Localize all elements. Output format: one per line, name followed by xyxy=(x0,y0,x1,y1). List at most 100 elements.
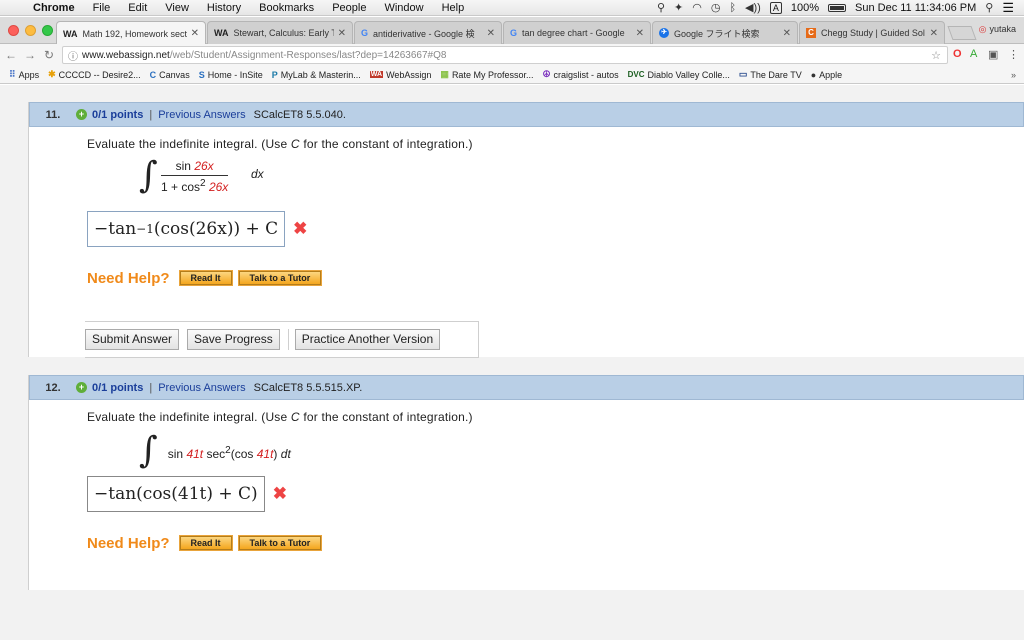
tab-stewart-calculus[interactable]: WA Stewart, Calculus: Early Tr ✕ xyxy=(207,21,353,44)
expand-plus-icon[interactable]: + xyxy=(76,109,87,120)
menu-window[interactable]: Window xyxy=(375,2,432,14)
opera-extension-icon[interactable]: O xyxy=(953,48,962,60)
bookmarks-overflow-icon[interactable]: » xyxy=(1011,70,1016,80)
address-bar[interactable]: ⓘ www.webassign.net/web/Student/Assignme… xyxy=(62,46,948,64)
question-number: 12. xyxy=(45,381,61,394)
spotlight-search-icon[interactable]: ⚲ xyxy=(985,1,993,14)
back-arrow-icon[interactable]: ← xyxy=(3,48,19,62)
menu-file[interactable]: File xyxy=(84,2,120,14)
menu-clock[interactable]: Sun Dec 11 11:34:06 PM xyxy=(855,2,976,14)
tab-label: Stewart, Calculus: Early Tr xyxy=(233,28,334,38)
tab-close-icon[interactable]: ✕ xyxy=(191,28,199,39)
tab-close-icon[interactable]: ✕ xyxy=(487,28,495,39)
menu-history[interactable]: History xyxy=(198,2,250,14)
dvc-icon: DVC xyxy=(627,70,645,79)
reader-extension-icon[interactable]: ▣ xyxy=(988,48,998,61)
tab-antiderivative-google[interactable]: G antiderivative - Google 検 ✕ xyxy=(354,21,502,44)
reload-icon[interactable]: ↻ xyxy=(41,48,57,62)
tab-label: Google フライト検索 xyxy=(674,28,760,39)
url-path: /web/Student/Assignment-Responses/last?d… xyxy=(169,49,447,61)
submit-answer-button[interactable]: Submit Answer xyxy=(85,329,180,350)
talk-to-tutor-button[interactable]: Talk to a Tutor xyxy=(237,535,323,551)
chrome-menu-icon[interactable]: ⋮ xyxy=(1008,48,1019,61)
bookmark-apps[interactable]: ⠿ Apps xyxy=(9,69,39,80)
read-it-button[interactable]: Read It xyxy=(178,535,233,551)
bookmark-craigslist[interactable]: ☮ craigslist - autos xyxy=(542,69,618,80)
menu-people[interactable]: People xyxy=(323,2,375,14)
bookmark-canvas[interactable]: C Canvas xyxy=(150,70,190,80)
battery-percentage[interactable]: 100% xyxy=(791,2,819,14)
answer-function: −tan xyxy=(94,219,137,239)
time-machine-icon[interactable]: ◷ xyxy=(711,1,721,14)
bookmark-star-icon[interactable]: ☆ xyxy=(931,49,941,62)
zoom-window-button[interactable] xyxy=(42,25,53,36)
question-actions: Submit Answer Save Progress Practice Ano… xyxy=(85,321,479,358)
bookmark-ccccd[interactable]: ✱ CCCCD -- Desire2... xyxy=(48,69,141,80)
bookmark-rate-my-professor[interactable]: ▦ Rate My Professor... xyxy=(440,69,533,80)
bookmark-label: Apple xyxy=(819,69,843,80)
tab-close-icon[interactable]: ✕ xyxy=(338,28,346,39)
tab-close-icon[interactable]: ✕ xyxy=(636,28,644,39)
points-link[interactable]: 0/1 points xyxy=(92,382,143,394)
bookmark-diablo-valley[interactable]: DVC Diablo Valley Colle... xyxy=(628,70,730,80)
menu-app-name[interactable]: Chrome xyxy=(24,2,84,14)
prompt-text: Evaluate the indefinite integral. (Use xyxy=(87,410,291,424)
menu-help[interactable]: Help xyxy=(433,2,474,14)
input-source-indicator[interactable]: A xyxy=(769,1,782,14)
apple-icon: ● xyxy=(810,69,817,80)
question-header: 12. + 0/1 points | Previous Answers SCal… xyxy=(29,375,1024,400)
tab-close-icon[interactable]: ✕ xyxy=(783,28,791,39)
ccccd-icon: ✱ xyxy=(48,69,56,79)
wifi-icon[interactable]: ◠ xyxy=(692,1,702,14)
tab-math-192-homework[interactable]: WA Math 192, Homework secti ✕ xyxy=(56,21,206,45)
battery-icon[interactable] xyxy=(828,3,846,12)
translate-extension-icon[interactable]: A xyxy=(970,48,977,60)
answer-input[interactable]: −tan(cos(41t) + C) xyxy=(87,476,265,512)
practice-another-version-button[interactable]: Practice Another Version xyxy=(294,329,441,350)
bluetooth-icon[interactable]: ᛒ xyxy=(729,2,736,14)
bookmark-label: CCCCD -- Desire2... xyxy=(58,69,141,80)
bookmark-mylab[interactable]: P MyLab & Masterin... xyxy=(272,70,361,80)
canvas-icon: C xyxy=(149,69,157,80)
bookmark-apple[interactable]: ● Apple xyxy=(811,70,842,80)
tab-chegg-study[interactable]: C Chegg Study | Guided Sol ✕ xyxy=(799,21,945,44)
tab-tan-degree-chart[interactable]: G tan degree chart - Google ✕ xyxy=(503,21,651,44)
integral-inline: ∫ sin 41t sec2(cos 41t) dt xyxy=(139,430,291,471)
previous-answers-link[interactable]: Previous Answers xyxy=(158,382,245,394)
save-progress-button[interactable]: Save Progress xyxy=(187,329,280,350)
close-window-button[interactable] xyxy=(8,25,19,36)
read-it-button[interactable]: Read It xyxy=(178,270,233,286)
need-help-row: Need Help? Read It Talk to a Tutor xyxy=(87,267,1024,289)
tab-strip: WA Math 192, Homework secti ✕ WA Stewart… xyxy=(0,17,1024,45)
location-icon[interactable]: ⚲ xyxy=(657,1,665,14)
site-info-icon[interactable]: ⓘ xyxy=(68,48,78,63)
bookmark-dare-tv[interactable]: ▭ The Dare TV xyxy=(739,69,802,80)
extension-icon[interactable]: ✦ xyxy=(674,1,683,14)
menu-edit[interactable]: Edit xyxy=(119,2,156,14)
previous-answers-link[interactable]: Previous Answers xyxy=(158,109,245,121)
bookmark-insite[interactable]: S Home - InSite xyxy=(199,70,263,80)
tab-google-flights[interactable]: ✈ Google フライト検索 ✕ xyxy=(652,21,798,44)
tab-close-icon[interactable]: ✕ xyxy=(930,28,938,39)
points-link[interactable]: 0/1 points xyxy=(92,109,143,121)
question-body: Evaluate the indefinite integral. (Use C… xyxy=(29,127,1024,289)
new-tab-button[interactable] xyxy=(947,26,977,40)
minimize-window-button[interactable] xyxy=(25,25,36,36)
expand-plus-icon[interactable]: + xyxy=(76,382,87,393)
bookmark-webassign[interactable]: WA WebAssign xyxy=(369,70,431,80)
integrand-fraction: sin 26x 1 + cos2 26x xyxy=(161,159,229,194)
integrand-text: (cos xyxy=(230,446,257,461)
menu-view[interactable]: View xyxy=(156,2,198,14)
bookmark-label: Diablo Valley Colle... xyxy=(647,69,730,80)
answer-input[interactable]: −tan −1 (cos(26x)) + C xyxy=(87,211,286,247)
volume-icon[interactable]: ◀)) xyxy=(745,1,761,14)
notification-center-icon[interactable]: ☰ xyxy=(1002,0,1014,16)
answer-rest: (cos(26x)) + C xyxy=(153,219,279,239)
profile-button[interactable]: ◎ yutaka xyxy=(979,24,1016,35)
integral-sign: ∫ xyxy=(139,430,158,471)
question-id: SCalcET8 5.5.515.XP. xyxy=(253,381,363,394)
forward-arrow-icon[interactable]: → xyxy=(22,48,38,62)
talk-to-tutor-button[interactable]: Talk to a Tutor xyxy=(237,270,323,286)
question-header: 11. + 0/1 points | Previous Answers SCal… xyxy=(29,102,1024,127)
menu-bookmarks[interactable]: Bookmarks xyxy=(250,2,323,14)
